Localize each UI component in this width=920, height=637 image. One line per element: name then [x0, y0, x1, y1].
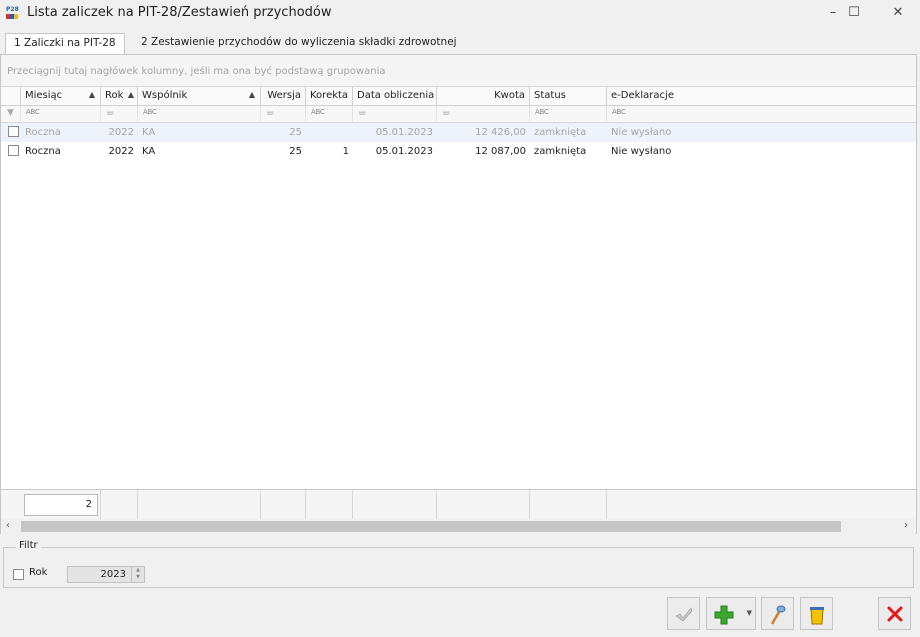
- column-header-rok-label: Rok: [105, 90, 124, 101]
- column-header-wspolnik[interactable]: Wspólnik ▲: [138, 87, 261, 106]
- cell-edeklaracje: Nie wysłano: [611, 127, 672, 138]
- footer-cell: [138, 490, 261, 520]
- rok-spinner[interactable]: 2023 ▲ ▼: [67, 566, 145, 583]
- cell-rok: 2022: [108, 127, 134, 138]
- approve-button[interactable]: [667, 597, 700, 630]
- column-header-korekta-label: Korekta: [310, 90, 349, 101]
- add-button[interactable]: ▼: [706, 597, 756, 630]
- cell-edeklaracje: Nie wysłano: [611, 146, 672, 157]
- row-checkbox[interactable]: [8, 145, 19, 156]
- plus-icon: [714, 605, 734, 625]
- cell-status: zamknięta: [534, 127, 587, 138]
- window-title: Lista zaliczek na PIT-28/Zestawień przyc…: [27, 5, 332, 20]
- column-header-korekta[interactable]: Korekta: [306, 87, 353, 106]
- cell-data: 05.01.2023: [375, 146, 433, 157]
- cell-kwota: 12 426,00: [475, 127, 526, 138]
- sort-asc-icon: ▲: [248, 90, 255, 99]
- cell-wersja: 25: [289, 127, 302, 138]
- checkmark-icon: [674, 607, 692, 622]
- row-count: 2: [24, 494, 98, 516]
- sort-asc-icon: ▲: [88, 90, 95, 99]
- cell-miesiac: Roczna: [25, 146, 61, 157]
- title-bar: P28 Lista zaliczek na PIT-28/Zestawień p…: [0, 0, 920, 30]
- column-header-status-label: Status: [534, 90, 566, 101]
- filter-cell-edeklaracje[interactable]: ABC: [607, 106, 916, 123]
- tab-zaliczki[interactable]: 1 Zaliczki na PIT-28: [5, 33, 125, 54]
- column-header-kwota-label: Kwota: [494, 90, 525, 101]
- filter-cell-kwota[interactable]: =: [437, 106, 530, 123]
- filter-cell-wspolnik[interactable]: ABC: [138, 106, 261, 123]
- column-header-data[interactable]: Data obliczenia: [353, 87, 437, 106]
- delete-button[interactable]: [800, 597, 833, 630]
- filter-group: Filtr Rok 2023 ▲ ▼: [3, 540, 914, 588]
- filter-row: ▼ ABC = ABC = ABC = = ABC ABC: [1, 106, 916, 123]
- column-header-edeklaracje[interactable]: e-Deklaracje: [607, 87, 916, 106]
- cell-korekta: 1: [342, 146, 349, 157]
- app-icon: P28: [6, 6, 22, 20]
- row-checkbox[interactable]: [8, 126, 19, 137]
- spinner-arrows-icon[interactable]: ▲ ▼: [131, 567, 144, 582]
- filter-cell-miesiac[interactable]: ABC: [21, 106, 101, 123]
- close-icon[interactable]: ✕: [883, 4, 913, 24]
- filter-cell-wersja[interactable]: =: [261, 106, 306, 123]
- scrollbar-thumb[interactable]: [21, 521, 841, 532]
- cell-data: 05.01.2023: [375, 127, 433, 138]
- filter-cell-data[interactable]: =: [353, 106, 437, 123]
- footer-cell: [530, 490, 607, 520]
- column-header-data-label: Data obliczenia: [357, 90, 435, 101]
- column-header-kwota[interactable]: Kwota: [437, 87, 530, 106]
- column-header-miesiac-label: Miesiąc: [25, 90, 63, 101]
- table-row[interactable]: Roczna 2022 KA 25 05.01.2023 12 426,00 z…: [1, 123, 916, 142]
- main-panel: Przeciągnij tutaj nagłówek kolumny, jeśl…: [0, 54, 917, 534]
- cell-status: zamknięta: [534, 146, 587, 157]
- footer-cell: [101, 490, 138, 520]
- filter-legend: Filtr: [16, 540, 41, 551]
- tab-zestawienie-label: 2 Zestawienie przychodów do wyliczenia s…: [141, 36, 457, 48]
- footer-cell: [353, 490, 437, 520]
- footer-cell: [261, 490, 306, 520]
- cell-kwota: 12 087,00: [475, 146, 526, 157]
- magnifier-edit-icon: [770, 605, 785, 625]
- footer-cell: [306, 490, 353, 520]
- dropdown-arrow-icon[interactable]: ▼: [747, 609, 752, 617]
- column-header-wersja-label: Wersja: [267, 90, 301, 101]
- rok-checkbox[interactable]: [13, 569, 24, 580]
- tab-zaliczki-label: 1 Zaliczki na PIT-28: [14, 37, 116, 49]
- column-header-status[interactable]: Status: [530, 87, 607, 106]
- filter-cell-status[interactable]: ABC: [530, 106, 607, 123]
- cell-wspolnik: KA: [142, 146, 156, 157]
- rok-label: Rok: [29, 567, 48, 578]
- rok-value: 2023: [100, 569, 126, 580]
- column-header-wspolnik-label: Wspólnik: [142, 90, 188, 101]
- cell-miesiac: Roczna: [25, 127, 61, 138]
- sort-asc-icon: ▲: [127, 90, 134, 99]
- scroll-right-icon[interactable]: ›: [904, 520, 908, 531]
- column-header-wersja[interactable]: Wersja: [261, 87, 306, 106]
- horizontal-scrollbar[interactable]: ‹ ›: [1, 519, 916, 534]
- cell-korekta: [306, 123, 353, 142]
- cell-rok: 2022: [108, 146, 134, 157]
- filter-cell-korekta[interactable]: ABC: [306, 106, 353, 123]
- close-x-icon: [887, 606, 902, 622]
- maximize-icon[interactable]: ☐: [839, 4, 869, 24]
- cell-wspolnik: KA: [142, 127, 156, 138]
- cell-wersja: 25: [289, 146, 302, 157]
- grid-header: Miesiąc ▲ Rok ▲ Wspólnik ▲ Wersja Korekt…: [1, 87, 916, 106]
- footer-cell-count: 2: [1, 490, 101, 520]
- group-by-area[interactable]: Przeciągnij tutaj nagłówek kolumny, jeśl…: [1, 55, 916, 87]
- column-header-miesiac[interactable]: Miesiąc ▲: [21, 87, 101, 106]
- table-row[interactable]: Roczna 2022 KA 25 1 05.01.2023 12 087,00…: [1, 142, 916, 161]
- header-indicator: [1, 87, 21, 106]
- tab-zestawienie[interactable]: 2 Zestawienie przychodów do wyliczenia s…: [133, 33, 465, 54]
- column-header-edeklaracje-label: e-Deklaracje: [611, 90, 674, 101]
- column-header-rok[interactable]: Rok ▲: [101, 87, 138, 106]
- trash-icon: [809, 607, 824, 625]
- footer-cell: [437, 490, 530, 520]
- filter-funnel-icon[interactable]: ▼: [1, 106, 21, 123]
- cancel-button[interactable]: [878, 597, 911, 630]
- edit-button[interactable]: [761, 597, 794, 630]
- grid-footer: 2: [1, 489, 916, 520]
- filter-cell-rok[interactable]: =: [101, 106, 138, 123]
- scroll-left-icon[interactable]: ‹: [6, 520, 10, 531]
